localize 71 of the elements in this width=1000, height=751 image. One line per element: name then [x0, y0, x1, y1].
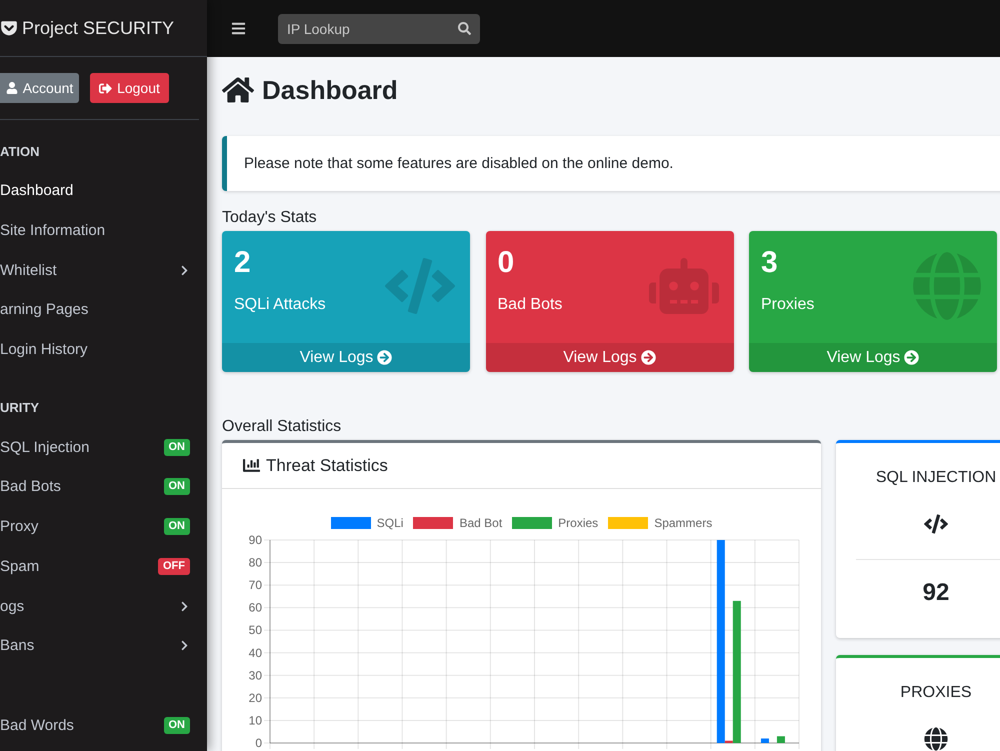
- shield-icon: [0, 19, 18, 37]
- chart-bar: [760, 738, 769, 743]
- card-title: Threat Statistics: [266, 456, 388, 476]
- arrow-circle-right-icon: [640, 350, 656, 365]
- section-heading: Overall Statistics: [222, 417, 342, 437]
- stat-label: SQLi Attacks: [234, 295, 326, 315]
- arrow-circle-right-icon: [904, 350, 920, 365]
- globe-icon: [924, 727, 948, 751]
- nav-item[interactable]: arning Pages: [0, 290, 207, 330]
- status-badge: OFF: [158, 558, 190, 575]
- axis-tick-label: 30: [248, 668, 262, 682]
- legend-label[interactable]: Spammers: [654, 517, 712, 529]
- summary-value: 92: [922, 578, 950, 608]
- arrow-circle-right-icon: [377, 350, 392, 365]
- stat-value: 2: [234, 245, 251, 281]
- stat-value: 0: [498, 245, 514, 281]
- code-icon: [924, 512, 948, 536]
- brand-name: Project SECURITY: [22, 18, 174, 38]
- search-icon[interactable]: [458, 22, 471, 34]
- chevron-right-icon: [179, 640, 190, 652]
- summary-title: SQL INJECTION: [876, 468, 996, 488]
- nav-item[interactable]: SQL Injection ON: [0, 427, 207, 468]
- account-button[interactable]: Account: [0, 73, 79, 103]
- status-badge: ON: [164, 518, 190, 536]
- nav-item[interactable]: Bans: [0, 626, 207, 666]
- nav-section-header: ATION: [0, 142, 40, 160]
- nav-section-header: URITY: [0, 398, 40, 417]
- status-badge: ON: [164, 716, 190, 734]
- stat-value: 3: [761, 245, 778, 281]
- bar-chart-icon: [243, 457, 260, 474]
- page-title: Dashboard: [262, 74, 398, 106]
- user-icon: [6, 82, 18, 94]
- axis-tick-label: 80: [248, 556, 262, 570]
- status-badge: ON: [164, 438, 190, 456]
- legend-label[interactable]: Bad Bot: [459, 517, 502, 529]
- stat-label: Proxies: [761, 295, 814, 315]
- logout-button[interactable]: Logout: [90, 73, 169, 103]
- nav-item[interactable]: Spam OFF: [0, 546, 207, 586]
- chevron-right-icon: [179, 600, 190, 612]
- nav-item[interactable]: ogs: [0, 586, 207, 626]
- nav-item[interactable]: Bad Bots ON: [0, 467, 207, 507]
- nav-item[interactable]: Login History: [0, 330, 207, 370]
- search-field[interactable]: IP Lookup: [278, 14, 480, 44]
- stat-label: Bad Bots: [498, 295, 562, 315]
- menu-icon[interactable]: [231, 21, 246, 36]
- summary-title: PROXIES: [900, 683, 972, 703]
- section-heading: Today's Stats: [222, 208, 317, 228]
- axis-tick-label: 0: [255, 736, 262, 750]
- globe-icon: [912, 251, 982, 321]
- view-logs-link[interactable]: View Logs: [486, 343, 734, 372]
- view-logs-link[interactable]: View Logs: [749, 343, 997, 372]
- legend-label[interactable]: SQLi: [376, 517, 404, 529]
- legend-label[interactable]: Proxies: [558, 517, 598, 529]
- nav-item[interactable]: Dashboard: [0, 171, 207, 211]
- axis-tick-label: 10: [248, 713, 262, 728]
- axis-tick-label: 90: [248, 533, 262, 547]
- axis-tick-label: 20: [248, 690, 262, 705]
- status-badge: ON: [164, 478, 190, 496]
- nav-item[interactable]: Bad Words ON: [0, 706, 207, 746]
- chevron-right-icon: [179, 264, 190, 276]
- notice-text: Please note that some features are disabled on the online demo.: [244, 155, 674, 172]
- nav-item[interactable]: Proxy ON: [0, 506, 207, 546]
- view-logs-link[interactable]: View Logs: [222, 343, 470, 372]
- chart-bar: [776, 736, 785, 743]
- sign-out-icon: [99, 82, 112, 94]
- axis-tick-label: 60: [248, 600, 262, 615]
- axis-tick-label: 50: [248, 623, 262, 638]
- axis-tick-label: 40: [248, 646, 262, 660]
- nav-item[interactable]: Site Information: [0, 210, 207, 250]
- nav-item[interactable]: Whitelist: [0, 250, 207, 290]
- axis-tick-label: 70: [248, 578, 262, 592]
